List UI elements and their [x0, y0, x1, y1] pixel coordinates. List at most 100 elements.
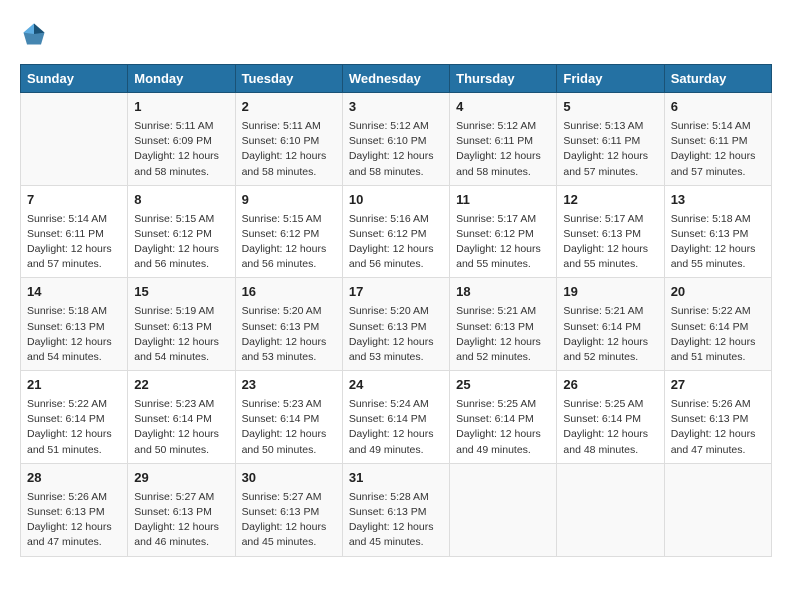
day-info: Sunrise: 5:15 AM	[134, 212, 228, 227]
day-info: and 48 minutes.	[563, 443, 657, 458]
day-info: Sunset: 6:11 PM	[27, 227, 121, 242]
day-cell	[21, 93, 128, 186]
day-cell: 22Sunrise: 5:23 AMSunset: 6:14 PMDayligh…	[128, 371, 235, 464]
day-info: Sunset: 6:14 PM	[563, 320, 657, 335]
day-info: Sunset: 6:14 PM	[134, 412, 228, 427]
column-headers: SundayMondayTuesdayWednesdayThursdayFrid…	[21, 65, 772, 93]
day-number: 7	[27, 191, 121, 210]
day-info: and 52 minutes.	[456, 350, 550, 365]
day-cell: 31Sunrise: 5:28 AMSunset: 6:13 PMDayligh…	[342, 463, 449, 556]
day-cell: 29Sunrise: 5:27 AMSunset: 6:13 PMDayligh…	[128, 463, 235, 556]
week-row-1: 1Sunrise: 5:11 AMSunset: 6:09 PMDaylight…	[21, 93, 772, 186]
day-info: Daylight: 12 hours	[563, 427, 657, 442]
day-number: 18	[456, 283, 550, 302]
day-info: and 58 minutes.	[456, 165, 550, 180]
day-cell: 24Sunrise: 5:24 AMSunset: 6:14 PMDayligh…	[342, 371, 449, 464]
day-info: Sunrise: 5:26 AM	[671, 397, 765, 412]
day-info: and 54 minutes.	[27, 350, 121, 365]
day-info: Daylight: 12 hours	[242, 335, 336, 350]
day-info: Daylight: 12 hours	[671, 242, 765, 257]
day-info: and 58 minutes.	[134, 165, 228, 180]
day-info: and 54 minutes.	[134, 350, 228, 365]
day-info: and 55 minutes.	[563, 257, 657, 272]
day-info: Daylight: 12 hours	[671, 149, 765, 164]
day-info: and 51 minutes.	[27, 443, 121, 458]
day-info: Sunrise: 5:15 AM	[242, 212, 336, 227]
day-info: and 45 minutes.	[242, 535, 336, 550]
day-info: Daylight: 12 hours	[27, 335, 121, 350]
day-info: Sunrise: 5:25 AM	[563, 397, 657, 412]
day-info: and 51 minutes.	[671, 350, 765, 365]
day-number: 8	[134, 191, 228, 210]
day-info: Daylight: 12 hours	[242, 520, 336, 535]
day-info: and 55 minutes.	[456, 257, 550, 272]
day-info: Sunset: 6:13 PM	[671, 227, 765, 242]
day-info: and 49 minutes.	[456, 443, 550, 458]
day-info: Daylight: 12 hours	[349, 520, 443, 535]
day-cell: 4Sunrise: 5:12 AMSunset: 6:11 PMDaylight…	[450, 93, 557, 186]
day-info: and 50 minutes.	[134, 443, 228, 458]
day-info: Sunrise: 5:20 AM	[349, 304, 443, 319]
day-info: Daylight: 12 hours	[134, 149, 228, 164]
day-cell: 15Sunrise: 5:19 AMSunset: 6:13 PMDayligh…	[128, 278, 235, 371]
day-number: 25	[456, 376, 550, 395]
col-header-friday: Friday	[557, 65, 664, 93]
day-cell: 12Sunrise: 5:17 AMSunset: 6:13 PMDayligh…	[557, 185, 664, 278]
day-number: 5	[563, 98, 657, 117]
day-info: Daylight: 12 hours	[456, 427, 550, 442]
day-info: Daylight: 12 hours	[456, 242, 550, 257]
day-info: Sunrise: 5:11 AM	[134, 119, 228, 134]
day-number: 1	[134, 98, 228, 117]
day-info: and 57 minutes.	[563, 165, 657, 180]
day-number: 4	[456, 98, 550, 117]
day-info: Sunset: 6:12 PM	[349, 227, 443, 242]
day-cell: 16Sunrise: 5:20 AMSunset: 6:13 PMDayligh…	[235, 278, 342, 371]
day-number: 24	[349, 376, 443, 395]
day-cell: 23Sunrise: 5:23 AMSunset: 6:14 PMDayligh…	[235, 371, 342, 464]
day-info: Sunrise: 5:22 AM	[671, 304, 765, 319]
day-info: and 49 minutes.	[349, 443, 443, 458]
day-info: Sunset: 6:13 PM	[349, 505, 443, 520]
day-number: 26	[563, 376, 657, 395]
day-cell: 21Sunrise: 5:22 AMSunset: 6:14 PMDayligh…	[21, 371, 128, 464]
day-cell: 14Sunrise: 5:18 AMSunset: 6:13 PMDayligh…	[21, 278, 128, 371]
day-number: 14	[27, 283, 121, 302]
day-cell: 30Sunrise: 5:27 AMSunset: 6:13 PMDayligh…	[235, 463, 342, 556]
col-header-wednesday: Wednesday	[342, 65, 449, 93]
page-header	[20, 20, 772, 48]
day-info: Daylight: 12 hours	[242, 242, 336, 257]
day-info: and 58 minutes.	[349, 165, 443, 180]
day-number: 13	[671, 191, 765, 210]
day-cell: 13Sunrise: 5:18 AMSunset: 6:13 PMDayligh…	[664, 185, 771, 278]
day-info: Sunset: 6:14 PM	[242, 412, 336, 427]
day-info: Sunset: 6:13 PM	[134, 320, 228, 335]
day-info: Sunset: 6:14 PM	[456, 412, 550, 427]
day-cell: 19Sunrise: 5:21 AMSunset: 6:14 PMDayligh…	[557, 278, 664, 371]
day-info: Sunset: 6:11 PM	[456, 134, 550, 149]
day-info: and 58 minutes.	[242, 165, 336, 180]
week-row-4: 21Sunrise: 5:22 AMSunset: 6:14 PMDayligh…	[21, 371, 772, 464]
day-number: 15	[134, 283, 228, 302]
day-info: Daylight: 12 hours	[27, 242, 121, 257]
day-info: Sunrise: 5:20 AM	[242, 304, 336, 319]
day-info: Sunrise: 5:17 AM	[563, 212, 657, 227]
day-info: Sunset: 6:14 PM	[563, 412, 657, 427]
day-number: 29	[134, 469, 228, 488]
day-info: Sunset: 6:12 PM	[456, 227, 550, 242]
day-info: Sunset: 6:13 PM	[563, 227, 657, 242]
day-number: 11	[456, 191, 550, 210]
day-info: Daylight: 12 hours	[349, 335, 443, 350]
day-info: Daylight: 12 hours	[456, 335, 550, 350]
day-info: Sunset: 6:13 PM	[242, 320, 336, 335]
day-info: and 56 minutes.	[134, 257, 228, 272]
day-info: Sunset: 6:13 PM	[456, 320, 550, 335]
col-header-sunday: Sunday	[21, 65, 128, 93]
day-info: Daylight: 12 hours	[671, 335, 765, 350]
day-info: Daylight: 12 hours	[349, 242, 443, 257]
day-cell: 7Sunrise: 5:14 AMSunset: 6:11 PMDaylight…	[21, 185, 128, 278]
day-info: Sunrise: 5:13 AM	[563, 119, 657, 134]
day-info: and 52 minutes.	[563, 350, 657, 365]
day-info: and 53 minutes.	[349, 350, 443, 365]
col-header-thursday: Thursday	[450, 65, 557, 93]
day-info: and 57 minutes.	[671, 165, 765, 180]
